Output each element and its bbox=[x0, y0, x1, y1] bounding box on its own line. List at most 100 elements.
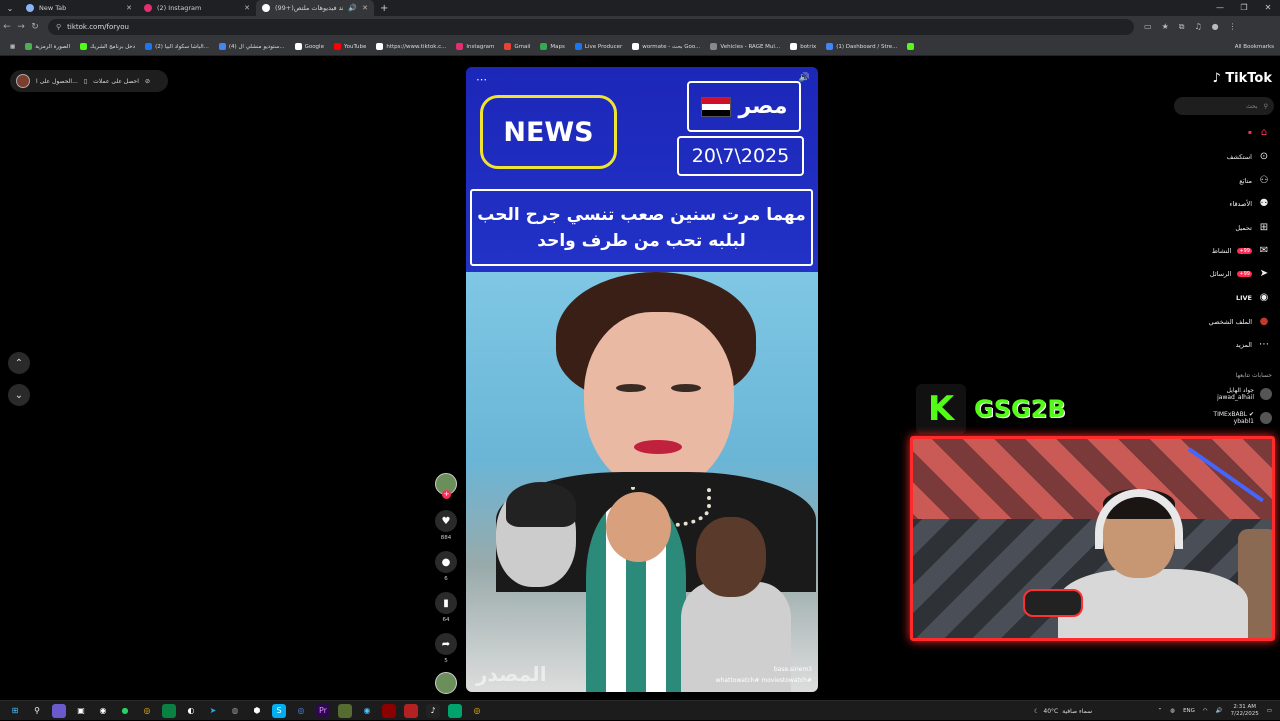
browser-tab-tiktok[interactable]: (99+)شاهد فيديوهات ملتص... 🔊 ✕ bbox=[256, 0, 374, 16]
tray-overflow-icon[interactable]: ⌃ bbox=[1158, 708, 1163, 714]
bookmark-star-icon[interactable]: ★ bbox=[1162, 22, 1169, 32]
sidebar-item-live[interactable]: ◉ LIVE bbox=[1236, 292, 1270, 303]
copilot-icon[interactable] bbox=[52, 703, 66, 718]
app-tray-icon[interactable]: ◍ bbox=[1170, 708, 1175, 714]
skype-icon[interactable]: S bbox=[272, 703, 286, 718]
app-icon[interactable]: ◍ bbox=[228, 704, 242, 718]
next-video-button[interactable]: ⌄ bbox=[8, 384, 30, 406]
audio-icon[interactable]: 🔊 bbox=[348, 4, 357, 12]
get-app-link[interactable]: الحصول على ا... bbox=[36, 78, 78, 85]
media-icon[interactable]: ♫ bbox=[1194, 22, 1201, 32]
close-tab-icon[interactable]: ✕ bbox=[244, 4, 250, 12]
chrome-active-icon[interactable]: ◎ bbox=[470, 704, 484, 718]
bookmark-item[interactable]: (1) Dashboard / Stre... bbox=[822, 43, 901, 50]
apps-icon[interactable]: ▦ bbox=[6, 44, 19, 50]
bookmark-item[interactable]: YouTube bbox=[330, 43, 370, 50]
bookmark-item[interactable]: botrix bbox=[786, 43, 820, 50]
tab-search-button[interactable]: ⌄ bbox=[0, 0, 20, 16]
new-tab-button[interactable]: + bbox=[374, 3, 394, 14]
browser-tab-instagram[interactable]: (2) Instagram ✕ bbox=[138, 0, 256, 16]
sidebar-item-following[interactable]: ⚇ متابَع bbox=[1239, 175, 1270, 186]
bookmark-item[interactable]: Gmail bbox=[500, 43, 534, 50]
notifications-icon[interactable]: ▭ bbox=[1267, 708, 1272, 714]
bookmark-item[interactable]: الصورة الرمزية bbox=[21, 43, 74, 50]
get-coins-link[interactable]: احصل على عملات bbox=[93, 78, 139, 85]
site-info-icon[interactable]: ⚲ bbox=[56, 23, 61, 31]
volume-icon[interactable]: 🔊 bbox=[1216, 708, 1223, 714]
avatar[interactable] bbox=[16, 74, 30, 88]
sidebar-item-profile[interactable]: ● الملف الشخصي bbox=[1209, 316, 1270, 327]
reload-icon[interactable]: ↻ bbox=[28, 22, 42, 32]
bookmark-item[interactable]: (2) الباشا سكواد البيا... bbox=[141, 43, 213, 50]
app-icon[interactable]: ◉ bbox=[360, 704, 374, 718]
sound-avatar[interactable] bbox=[435, 672, 457, 694]
game-icon[interactable]: ⬢ bbox=[250, 704, 264, 718]
task-view-icon[interactable]: ▣ bbox=[74, 704, 88, 718]
extensions-icon[interactable]: ⧉ bbox=[1179, 22, 1185, 32]
following-account[interactable]: TIMExBABL ✔ ybabl1 bbox=[1213, 411, 1272, 425]
browser-tab-new[interactable]: New Tab ✕ bbox=[20, 0, 138, 16]
app-icon[interactable] bbox=[382, 703, 396, 718]
back-icon[interactable]: ← bbox=[0, 22, 14, 32]
cast-icon[interactable]: ▭ bbox=[1144, 22, 1152, 32]
save-button[interactable]: ▮ bbox=[435, 592, 457, 614]
clock[interactable]: 2:31 AM 7/22/2025 bbox=[1231, 704, 1259, 718]
address-bar[interactable]: ⚲ tiktok.com/foryou bbox=[48, 19, 1134, 35]
restore-icon[interactable]: ❐ bbox=[1232, 0, 1256, 16]
get-coins-bar[interactable]: الحصول على ا... ▯ احصل على عملات ⊘ bbox=[10, 70, 168, 92]
video-player[interactable]: ⋯ 🔊 NEWS مصر 20\7\2025 مهما مرت سنين صعب… bbox=[466, 67, 818, 692]
more-options-icon[interactable]: ⋯ bbox=[476, 73, 487, 86]
share-button[interactable]: ➦ bbox=[435, 633, 457, 655]
app-icon[interactable]: ◎ bbox=[294, 704, 308, 718]
like-button[interactable]: ♥ bbox=[435, 510, 457, 532]
sidebar-item-activity[interactable]: ✉ 99+ النشاط bbox=[1212, 245, 1270, 256]
weather-widget[interactable]: سماء صافية 40°C ☾ bbox=[1034, 701, 1092, 721]
premiere-icon[interactable]: Pr bbox=[316, 703, 330, 718]
app-icon[interactable] bbox=[448, 703, 462, 718]
whatsapp-icon[interactable]: ● bbox=[118, 704, 132, 718]
bookmark-item[interactable]: Maps bbox=[536, 43, 568, 50]
search-icon[interactable]: ⚲ bbox=[30, 704, 44, 718]
bookmark-item[interactable]: دخل برنامج الشريك bbox=[76, 43, 139, 50]
menu-icon[interactable]: ⋮ bbox=[1229, 22, 1237, 32]
search-input[interactable]: بحث ⚲ bbox=[1174, 97, 1274, 115]
minimize-icon[interactable]: — bbox=[1208, 0, 1232, 16]
app-icon[interactable]: ◐ bbox=[184, 704, 198, 718]
follow-plus-icon[interactable]: + bbox=[442, 490, 451, 499]
bookmark-item[interactable]: Vehicles - RAGE Mul... bbox=[706, 43, 784, 50]
obs-icon[interactable]: ◉ bbox=[96, 704, 110, 718]
search-icon[interactable]: ⚲ bbox=[1264, 103, 1268, 110]
windows-start-icon[interactable]: ⊞ bbox=[8, 704, 22, 718]
bookmark-item[interactable]: wormate - بحث Goo... bbox=[628, 43, 704, 50]
app-icon[interactable] bbox=[162, 703, 176, 718]
all-bookmarks[interactable]: All Bookmarks bbox=[1235, 44, 1274, 50]
creator-avatar[interactable]: + bbox=[435, 473, 457, 499]
bookmark-item[interactable]: Live Producer bbox=[571, 43, 626, 50]
bookmark-item[interactable]: Instagram bbox=[452, 43, 498, 50]
close-tab-icon[interactable]: ✕ bbox=[362, 4, 368, 12]
forward-icon[interactable]: → bbox=[14, 22, 28, 32]
app-icon[interactable] bbox=[338, 703, 352, 718]
bookmark-item[interactable]: (4) ستوديو منشلي ال... bbox=[215, 43, 289, 50]
sidebar-item-explore[interactable]: ⊙ استكشف bbox=[1227, 151, 1270, 162]
close-tab-icon[interactable]: ✕ bbox=[126, 4, 132, 12]
previous-video-button[interactable]: ⌃ bbox=[8, 352, 30, 374]
tiktok-icon[interactable]: ♪ bbox=[426, 703, 440, 718]
comment-button[interactable]: ● bbox=[435, 551, 457, 573]
sidebar-item-more[interactable]: ⋯ المزيد bbox=[1236, 339, 1270, 350]
close-window-icon[interactable]: ✕ bbox=[1256, 0, 1280, 16]
language-indicator[interactable]: ENG bbox=[1183, 708, 1195, 714]
sidebar-item-messages[interactable]: ➤ 99+ الرسائل bbox=[1210, 268, 1270, 279]
kick-icon[interactable] bbox=[903, 43, 918, 50]
bookmark-item[interactable]: https://www.tiktok.c... bbox=[372, 43, 450, 50]
volume-icon[interactable]: 🔊 bbox=[799, 73, 810, 83]
chrome-icon[interactable]: ◎ bbox=[140, 704, 154, 718]
sidebar-item-friends[interactable]: ⚉ الأصدقاء bbox=[1229, 198, 1270, 209]
profile-icon[interactable]: ● bbox=[1212, 22, 1219, 32]
sidebar-item-upload[interactable]: ⊞ تحميل bbox=[1235, 222, 1270, 233]
tiktok-logo[interactable]: ♪ TikTok bbox=[1212, 71, 1272, 86]
app-icon[interactable] bbox=[404, 703, 418, 718]
bookmark-item[interactable]: Google bbox=[291, 43, 328, 50]
wifi-icon[interactable]: ◠ bbox=[1203, 708, 1208, 714]
telegram-icon[interactable]: ➤ bbox=[206, 704, 220, 718]
